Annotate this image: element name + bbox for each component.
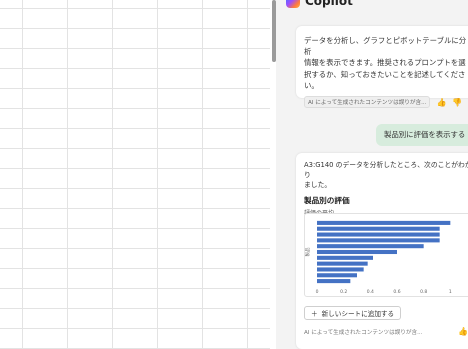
chart-bar	[317, 220, 451, 225]
chart-x-tick-label: 0	[316, 289, 319, 295]
answer-title: 製品別の評価	[304, 196, 350, 205]
chart-bar	[317, 238, 440, 243]
plus-icon: ＋	[311, 310, 318, 318]
intro-text: データを分析し、グラフとピボットテーブルに分析 情報を表示できます。推奨されるプ…	[304, 36, 467, 90]
chart-bar	[317, 267, 364, 272]
thumbs-up-icon[interactable]: 👍	[458, 327, 468, 336]
rating-chart[interactable]: 製品00.20.40.60.811.2	[304, 213, 468, 297]
chart-x-tick-label: 0.6	[393, 289, 400, 295]
thumbs-down-icon[interactable]: 👎	[452, 98, 462, 107]
chart-x-tick-label: 0.2	[340, 289, 347, 295]
chart-svg: 製品00.20.40.60.811.2	[305, 220, 452, 295]
answer-intro: A3:G140 のデータを分析したところ、次のことがわかり ました。	[304, 161, 468, 189]
chart-y-axis-label: 製品	[305, 247, 311, 256]
chart-bar	[317, 244, 424, 249]
intro-footer: AI によって生成されたコンテンツは誤りが含... 👍 👎	[304, 96, 468, 109]
spreadsheet-grid[interactable]	[0, 0, 270, 349]
intro-card: データを分析し、グラフとピボットテーブルに分析 情報を表示できます。推奨されるプ…	[296, 26, 468, 109]
copilot-logo-icon	[286, 0, 300, 8]
answer-card: A3:G140 のデータを分析したところ、次のことがわかり ました。 製品別の評…	[296, 153, 468, 349]
copilot-header: Copilot	[286, 0, 353, 8]
copilot-title: Copilot	[305, 0, 353, 8]
user-message: 製品別に評価を表示する	[376, 124, 468, 146]
add-to-new-sheet-label: 新しいシートに追加する	[321, 310, 395, 318]
chart-x-tick-label: 0.4	[367, 289, 374, 295]
add-to-new-sheet-button[interactable]: ＋ 新しいシートに追加する	[304, 306, 402, 320]
chart-bar	[317, 279, 351, 284]
thumbs-up-icon[interactable]: 👍	[436, 98, 446, 107]
ai-disclaimer-chip[interactable]: AI によって生成されたコンテンツは誤りが含...	[304, 96, 431, 109]
chart-x-tick-label: 0.8	[420, 289, 427, 295]
chart-bar	[317, 261, 368, 266]
chart-bar	[317, 226, 440, 231]
answer-footer: AI によって生成されたコンテンツは誤りが含... 👍 👎	[304, 327, 468, 336]
chart-bar	[317, 249, 397, 255]
chart-bar	[317, 255, 373, 260]
chart-bar	[317, 232, 440, 237]
chart-x-tick-label: 1	[449, 289, 452, 295]
chart-bar	[317, 273, 357, 278]
answer-ai-disclaimer: AI によって生成されたコンテンツは誤りが含...	[304, 329, 423, 336]
